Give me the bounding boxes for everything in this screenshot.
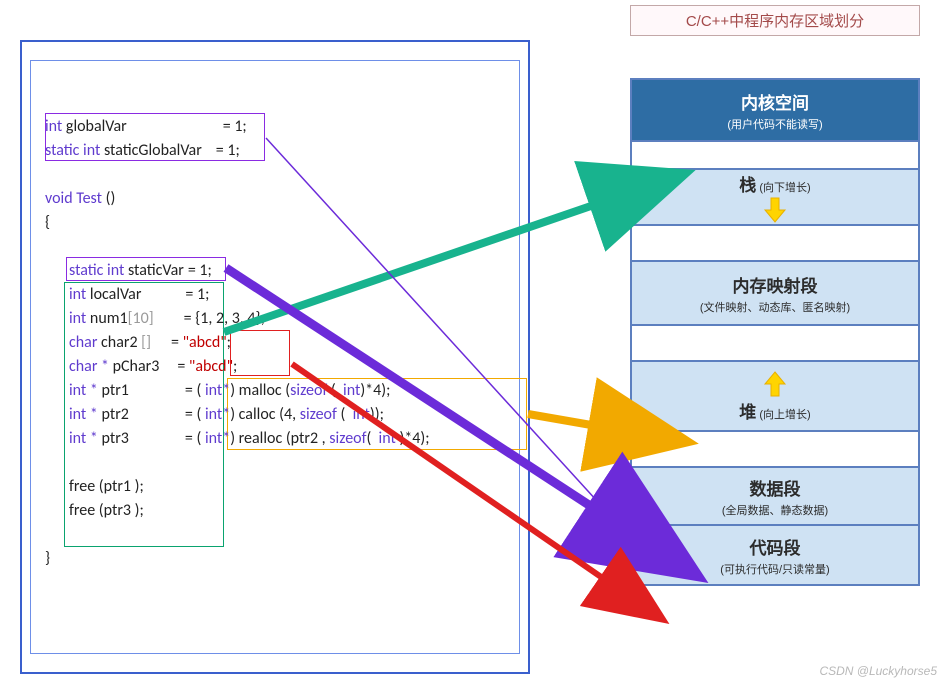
region-mmap: 内存映射段 (文件映射、动态库、匿名映射) bbox=[632, 262, 918, 326]
region-data: 数据段 (全局数据、静态数据) bbox=[632, 468, 918, 526]
string-abcd-2: "abcd" bbox=[189, 357, 233, 376]
gap bbox=[632, 432, 918, 468]
kw-int: int bbox=[45, 117, 62, 136]
watermark: CSDN @Luckyhorse5 bbox=[819, 664, 937, 678]
gap bbox=[632, 226, 918, 262]
region-code: 代码段 (可执行代码/只读常量) bbox=[632, 526, 918, 584]
region-kernel: 内核空间 (用户代码不能读写) bbox=[632, 80, 918, 142]
arrow-down-icon bbox=[763, 196, 787, 224]
region-stack: 栈 (向下增长) bbox=[632, 170, 918, 226]
arrow-up-icon bbox=[763, 370, 787, 398]
gap bbox=[632, 326, 918, 362]
memory-region-table: 内核空间 (用户代码不能读写) 栈 (向下增长) 内存映射段 (文件映射、动态库… bbox=[630, 78, 920, 586]
arrow-heap bbox=[528, 414, 620, 430]
region-heap: 堆 (向上增长) bbox=[632, 362, 918, 432]
code-block: int globalVar= 1; static int staticGloba… bbox=[45, 115, 430, 571]
fn-test: Test bbox=[76, 189, 102, 208]
gap bbox=[632, 142, 918, 170]
string-abcd-1: "abcd" bbox=[183, 333, 227, 352]
diagram-title: C/C++中程序内存区域划分 bbox=[630, 5, 920, 36]
